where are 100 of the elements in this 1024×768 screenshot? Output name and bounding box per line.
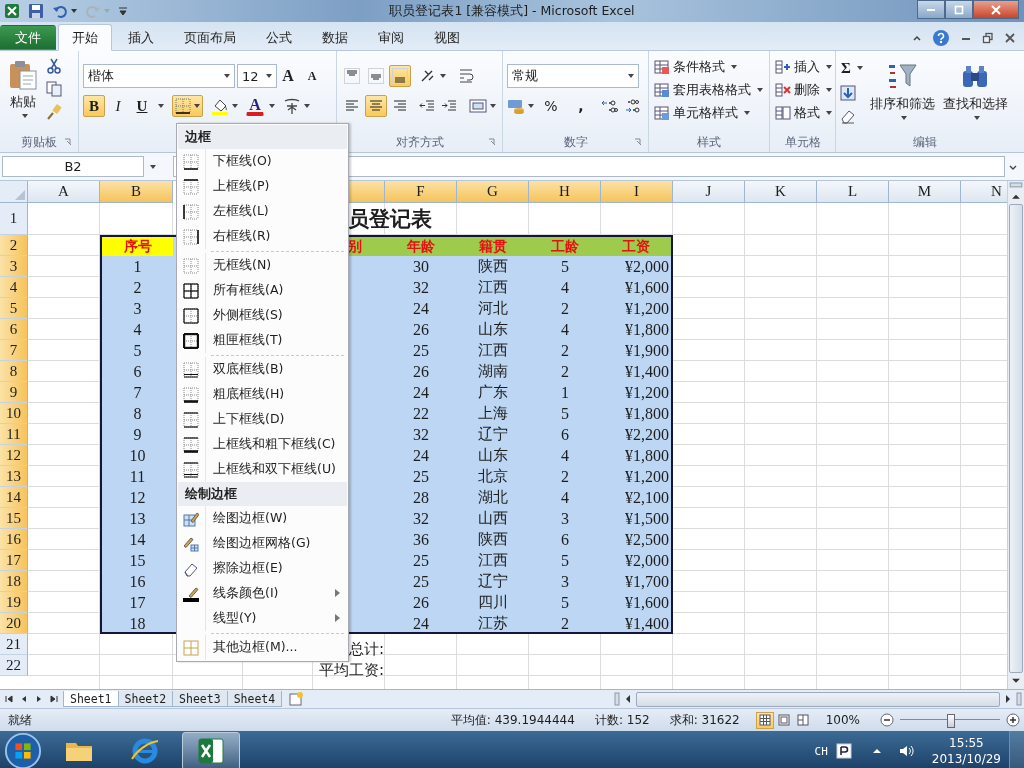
menu-item[interactable]: 上框线(P) <box>177 174 348 199</box>
middle-align-button[interactable] <box>365 65 387 87</box>
row-number[interactable]: 20 <box>0 613 28 634</box>
autosum-button[interactable]: Σ <box>840 58 864 78</box>
row-number[interactable]: 21 <box>0 634 28 655</box>
row-number[interactable]: 9 <box>0 382 28 403</box>
input-method-icon[interactable] <box>835 743 852 759</box>
menu-item[interactable]: 上框线和粗下框线(C) <box>177 432 348 457</box>
column-heading[interactable]: K <box>745 181 817 203</box>
menu-item[interactable]: 擦除边框(E) <box>177 556 348 581</box>
row-number[interactable]: 11 <box>0 424 28 445</box>
caret-icon[interactable] <box>304 104 310 108</box>
restore-icon[interactable] <box>982 31 994 44</box>
bottom-align-button[interactable] <box>389 65 411 87</box>
dialog-launcher-icon[interactable] <box>64 138 72 146</box>
copy-icon[interactable] <box>46 81 62 97</box>
decrease-indent-icon[interactable] <box>419 98 435 114</box>
bold-button[interactable]: B <box>83 95 105 117</box>
menu-item[interactable]: 上下框线(D) <box>177 407 348 432</box>
ribbon-tab[interactable]: 页面布局 <box>170 25 250 50</box>
ribbon-tab[interactable]: 插入 <box>114 25 168 50</box>
normal-view-button[interactable] <box>755 711 774 729</box>
sheet-tab[interactable]: Sheet2 <box>117 691 174 707</box>
dialog-launcher-icon[interactable] <box>488 138 496 146</box>
file-tab[interactable]: 文件 <box>0 25 56 50</box>
menu-item[interactable]: 无框线(N) <box>177 253 348 278</box>
caret-icon[interactable] <box>269 104 275 108</box>
column-heading[interactable]: M <box>889 181 961 203</box>
maximize-button[interactable] <box>945 0 973 19</box>
row-number[interactable]: 17 <box>0 550 28 571</box>
shrink-font-button[interactable]: A <box>301 65 323 87</box>
zoom-level[interactable]: 100% <box>825 713 860 727</box>
row-number[interactable]: 4 <box>0 277 28 298</box>
row-number[interactable]: 8 <box>0 361 28 382</box>
wrap-text-icon[interactable] <box>458 67 476 85</box>
cut-icon[interactable] <box>46 58 62 74</box>
caret-icon[interactable] <box>232 104 238 108</box>
clock-time[interactable]: 15:55 <box>949 735 984 751</box>
language-indicator[interactable]: CH <box>814 744 828 758</box>
first-sheet-icon[interactable] <box>4 694 14 704</box>
ribbon-tab[interactable]: 审阅 <box>364 25 418 50</box>
row-number[interactable]: 2 <box>0 235 28 256</box>
menu-item[interactable]: 外侧框线(S) <box>177 303 348 328</box>
styles-menu-button[interactable]: 单元格样式 <box>653 103 751 123</box>
italic-button[interactable]: I <box>107 95 129 117</box>
center-align-button[interactable] <box>365 95 387 117</box>
cells-menu-button[interactable]: 插入 <box>774 57 833 77</box>
sheet-tab[interactable]: Sheet1 <box>63 691 119 707</box>
row-number[interactable]: 10 <box>0 403 28 424</box>
name-box[interactable]: B2 <box>2 156 144 177</box>
number-format-field[interactable]: 常规 <box>507 64 639 88</box>
row-number[interactable]: 14 <box>0 487 28 508</box>
row-number[interactable]: 6 <box>0 319 28 340</box>
merge-cells-icon[interactable] <box>469 97 487 115</box>
row-number[interactable]: 16 <box>0 529 28 550</box>
row-number[interactable]: 19 <box>0 592 28 613</box>
menu-item[interactable]: 绘图边框(W) <box>177 506 348 531</box>
increase-indent-icon[interactable] <box>441 98 457 114</box>
menu-item[interactable]: 线条颜色(I) <box>177 581 348 606</box>
comma-style-button[interactable]: , <box>570 95 592 117</box>
column-heading[interactable]: J <box>673 181 745 203</box>
show-hidden-icons-icon[interactable] <box>871 746 882 756</box>
volume-icon[interactable] <box>897 743 914 759</box>
customize-caret-icon[interactable] <box>118 6 128 16</box>
scrollbar-thumb[interactable] <box>1009 204 1023 674</box>
caret-icon[interactable] <box>71 9 77 13</box>
row-number[interactable]: 7 <box>0 340 28 361</box>
cells-menu-button[interactable]: 格式 <box>774 103 833 123</box>
underline-button[interactable]: U <box>131 95 153 117</box>
menu-item[interactable]: 所有框线(A) <box>177 278 348 303</box>
ribbon-tab[interactable]: 开始 <box>58 24 112 51</box>
paste-button[interactable]: 粘贴 <box>4 56 42 121</box>
menu-item[interactable]: 其他边框(M)... <box>177 635 348 660</box>
caret-icon[interactable] <box>528 104 534 108</box>
row-number[interactable]: 1 <box>0 203 28 235</box>
caret-icon[interactable] <box>158 104 164 108</box>
sheet-tab[interactable]: Sheet3 <box>172 691 228 707</box>
row-number[interactable]: 3 <box>0 256 28 277</box>
excel-taskbar-button[interactable] <box>182 732 240 768</box>
help-icon[interactable] <box>932 28 950 47</box>
zoom-out-icon[interactable] <box>880 713 894 727</box>
row-number[interactable]: 18 <box>0 571 28 592</box>
find-select-button[interactable]: 查找和选择 <box>940 56 1010 125</box>
font-size-field[interactable]: 12 <box>237 64 277 88</box>
column-heading[interactable]: G <box>457 181 529 203</box>
font-color-button[interactable]: A <box>246 96 264 116</box>
column-heading[interactable]: F <box>385 181 457 203</box>
cells-menu-button[interactable]: 删除 <box>774 80 833 100</box>
column-heading[interactable]: H <box>529 181 601 203</box>
row-number[interactable]: 22 <box>0 655 28 676</box>
caret-icon[interactable] <box>490 104 496 108</box>
ribbon-tab[interactable]: 视图 <box>420 25 474 50</box>
top-align-button[interactable] <box>341 65 363 87</box>
menu-item[interactable]: 粗底框线(H) <box>177 382 348 407</box>
clock-date[interactable]: 2013/10/29 <box>931 751 1001 767</box>
phonetic-guide-icon[interactable] <box>283 97 301 115</box>
row-number[interactable]: 12 <box>0 445 28 466</box>
column-heading[interactable]: I <box>601 181 673 203</box>
menu-item[interactable]: 线型(Y) <box>177 606 348 631</box>
undo-icon[interactable] <box>52 3 68 19</box>
